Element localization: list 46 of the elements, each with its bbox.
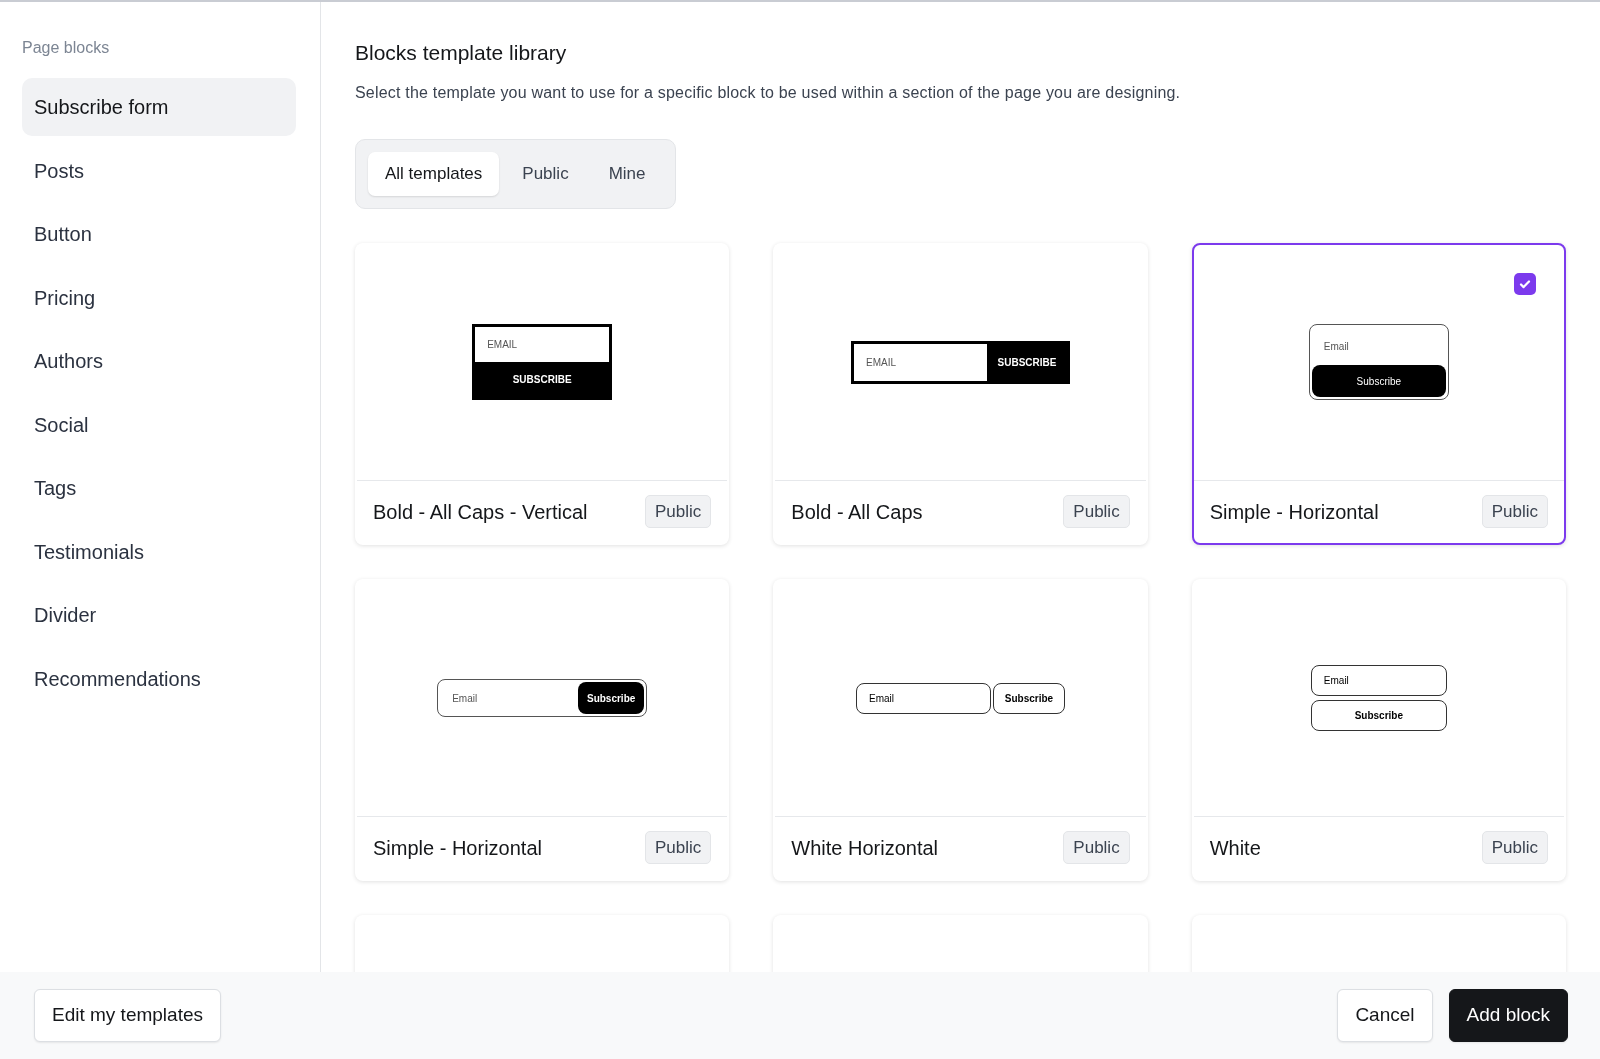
edit-templates-button[interactable]: Edit my templates [34, 989, 221, 1042]
template-card[interactable]: EMAIL SUBSCRIBE Bold - All Caps Public [773, 242, 1148, 545]
filter-tab[interactable]: Mine [591, 152, 663, 196]
visibility-badge: Public [1063, 494, 1130, 529]
sidebar-item[interactable]: Tags [22, 459, 296, 517]
email-field: Email [1310, 665, 1447, 697]
subscribe-button: SUBSCRIBE [475, 362, 610, 398]
cancel-button[interactable]: Cancel [1337, 989, 1433, 1042]
template-card[interactable]: EMAIL SUBSCRIBE Bold - All Caps - Vertical Public [355, 242, 730, 545]
email-field: Email [856, 682, 991, 714]
page-title: Blocks template library [355, 40, 568, 66]
template-name: White Horizontal [791, 835, 939, 861]
visibility-badge: Public [1481, 830, 1548, 865]
sidebar-item[interactable]: Recommendations [22, 649, 296, 708]
filter-tab[interactable]: Public [505, 152, 586, 196]
template-card[interactable]: Email Subscribe Simple - Horizontal Public [1191, 242, 1566, 545]
sidebar-item[interactable]: Social [22, 395, 296, 454]
template-name: Simple - Horizontal [373, 835, 542, 861]
sidebar-heading: Page blocks [22, 38, 111, 58]
template-name: Bold - All Caps - Vertical [373, 499, 588, 525]
visibility-badge: Public [1481, 494, 1548, 529]
sidebar-item[interactable]: Button [22, 205, 296, 263]
subscribe-button: SUBSCRIBE [987, 343, 1067, 381]
sidebar-item[interactable]: Testimonials [22, 522, 296, 581]
filter-tab[interactable]: All templates [368, 152, 500, 196]
subscribe-button: Subscribe [1311, 365, 1446, 398]
sidebar-item[interactable]: Posts [22, 141, 296, 200]
visibility-badge: Public [645, 830, 712, 865]
sidebar-item[interactable]: Subscribe form [22, 78, 296, 136]
template-card[interactable]: Email Subscribe White Public [1191, 578, 1566, 881]
subscribe-button: Subscribe [993, 682, 1065, 714]
template-name: Bold - All Caps [791, 499, 923, 525]
template-name: White [1209, 835, 1261, 861]
sidebar-item[interactable]: Authors [22, 332, 296, 390]
template-card[interactable]: Email Subscribe White Horizontal Public [773, 578, 1148, 881]
add-block-button[interactable]: Add block [1448, 989, 1568, 1042]
visibility-badge: Public [645, 494, 712, 529]
visibility-badge: Public [1063, 830, 1130, 865]
sidebar-item[interactable]: Pricing [22, 268, 296, 327]
page-description: Select the template you want to use for a specific block to be used within a section of the page you are designing. [355, 83, 1182, 104]
template-name: Simple - Horizontal [1209, 499, 1379, 525]
template-card[interactable]: Email Subscribe Simple - Horizontal Public [355, 578, 730, 881]
subscribe-button: Subscribe [578, 682, 645, 715]
subscribe-button: Subscribe [1310, 700, 1447, 732]
checkbox-checked-icon[interactable] [1514, 272, 1536, 295]
sidebar-item[interactable]: Divider [22, 586, 296, 644]
